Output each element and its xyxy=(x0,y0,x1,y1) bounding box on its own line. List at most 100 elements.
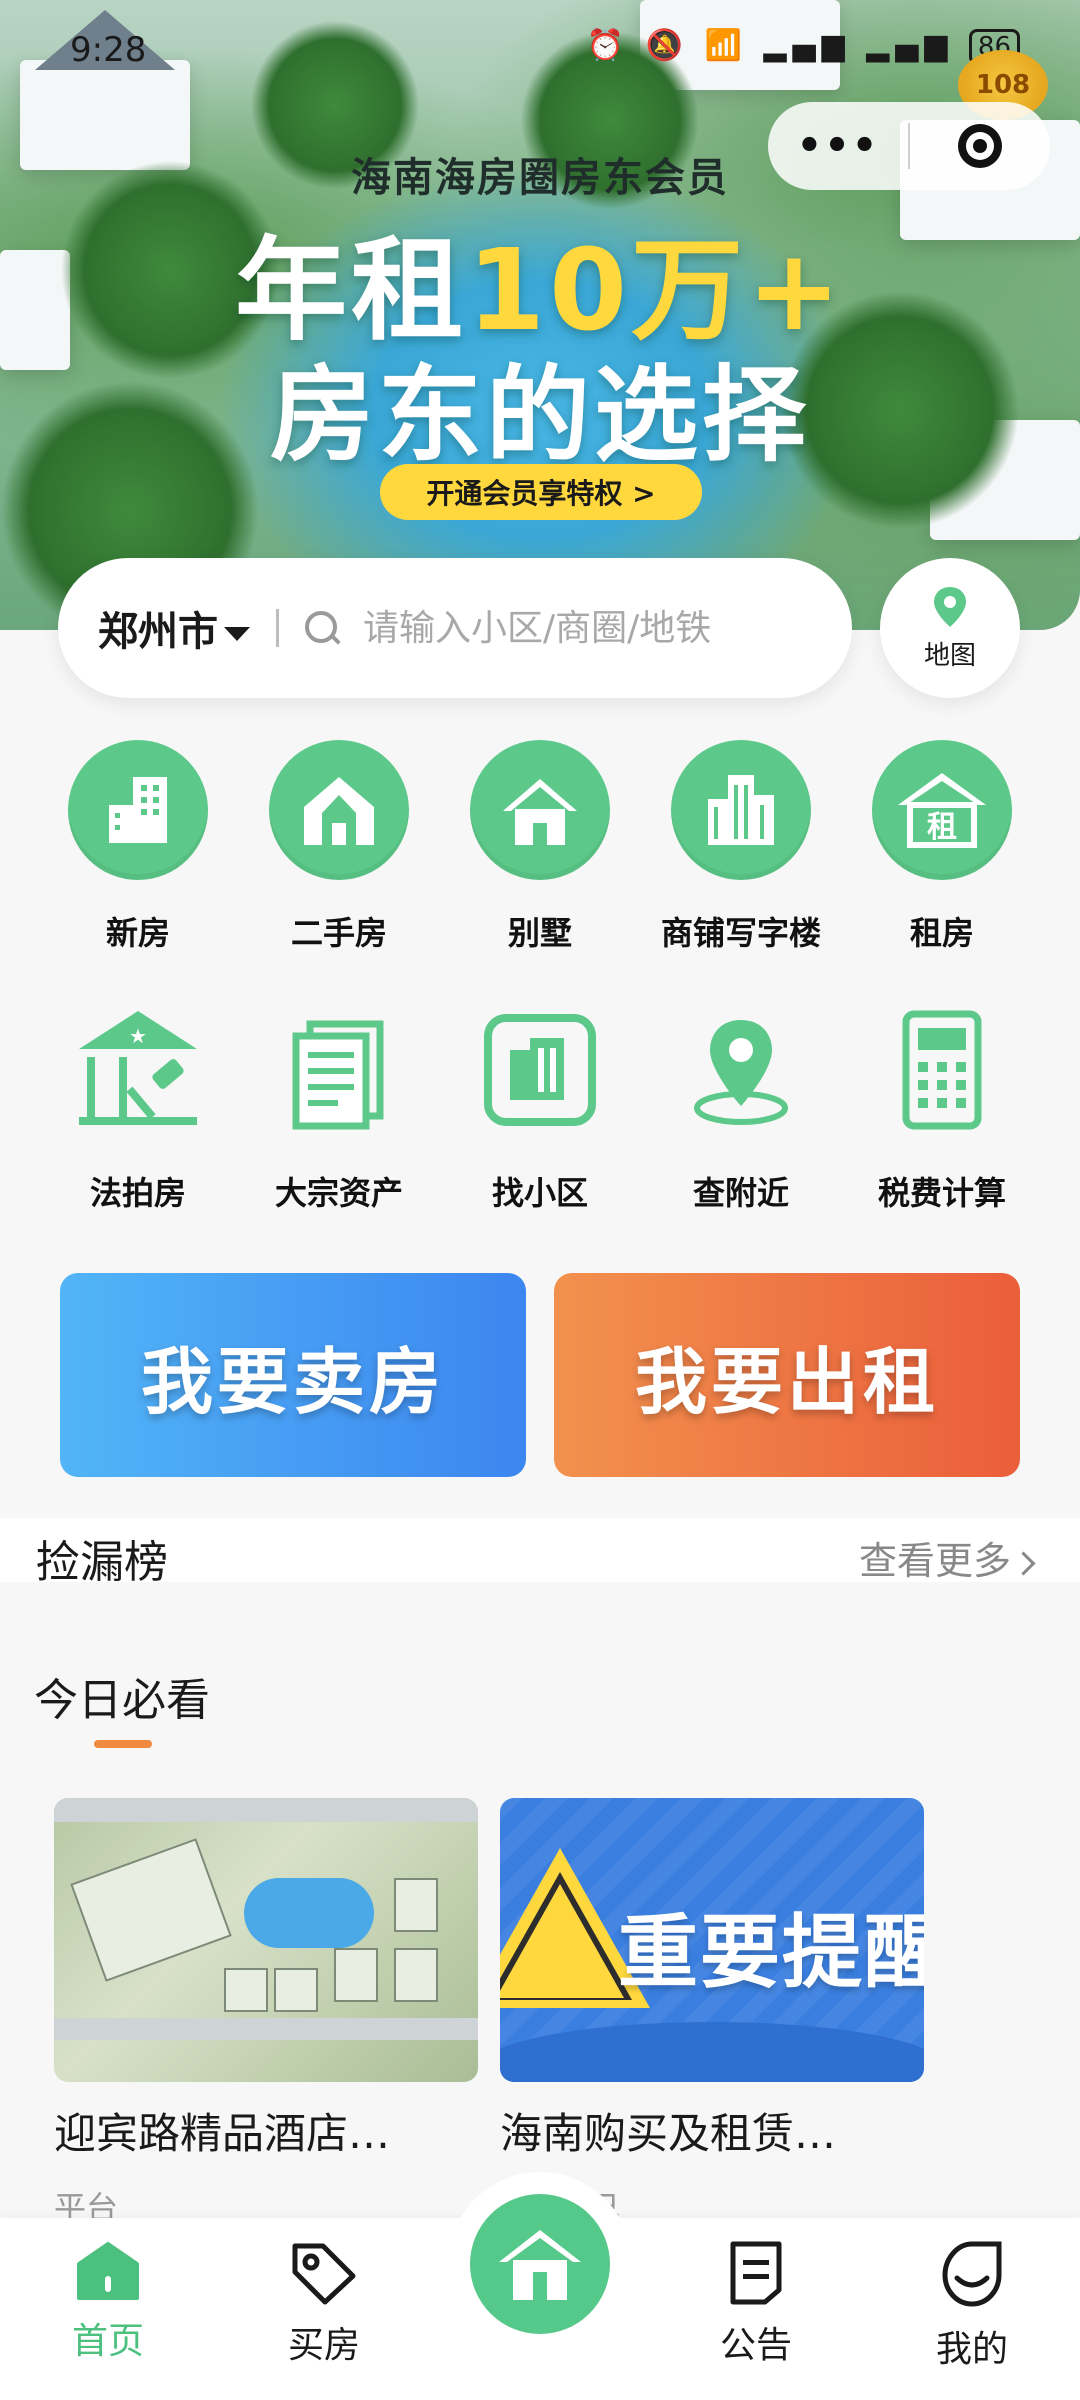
card-title: 迎宾路精品酒店… xyxy=(54,2109,391,2158)
house-icon xyxy=(499,2230,581,2300)
category-tax-calc[interactable]: 税费计算 xyxy=(852,1000,1032,1214)
category-label: 法拍房 xyxy=(89,1174,186,1212)
auction-svg: ★ xyxy=(79,1011,197,1125)
alarm-icon: ⏰ xyxy=(586,28,631,63)
reminder-text: 重要提醒 xyxy=(618,1906,924,1999)
plan-building xyxy=(334,1948,378,2002)
svg-text:★: ★ xyxy=(129,1024,147,1048)
building-svg xyxy=(109,777,167,843)
sell-house-button[interactable]: 我要卖房 xyxy=(60,1273,526,1477)
category-auction[interactable]: ★ 法拍房 xyxy=(48,1000,228,1214)
plan-building xyxy=(274,1968,318,2012)
smile-icon xyxy=(942,2241,1002,2307)
tab-announcement[interactable]: 公告 xyxy=(676,2240,836,2368)
location-svg xyxy=(694,1020,788,1125)
article-card[interactable]: 重要提醒 海南购买及租赁… 自己 xyxy=(500,1798,924,2229)
site-plan-image xyxy=(54,1798,478,2082)
category-label: 查附近 xyxy=(692,1174,789,1212)
category-nearby[interactable]: 查附近 xyxy=(651,1000,831,1214)
card-title: 海南购买及租赁… xyxy=(500,2109,837,2158)
office-svg xyxy=(708,775,774,845)
map-pin-icon xyxy=(934,586,966,627)
price-tag-icon xyxy=(292,2243,356,2305)
tab-label: 买房 xyxy=(287,2325,360,2366)
office-building-icon xyxy=(671,740,811,880)
plan-building xyxy=(394,1878,438,1932)
category-label: 税费计算 xyxy=(877,1174,1006,1212)
rent-house-icon: 租 xyxy=(872,740,1012,880)
tab-home[interactable]: 首页 xyxy=(28,2240,188,2364)
mute-icon: 🔕 xyxy=(645,28,689,63)
map-button[interactable]: 地图 xyxy=(880,558,1020,698)
status-icons: ⏰ 🔕 📶 ▂▄▆ ▂▄▆ 86 xyxy=(587,28,1020,65)
rent-svg: 租 xyxy=(898,773,986,848)
reminder-image: 重要提醒 xyxy=(500,1798,924,2082)
calculator-svg xyxy=(902,1010,982,1130)
section-title: 捡漏榜 xyxy=(36,1537,168,1588)
villa-icon xyxy=(470,740,610,880)
view-more-link[interactable]: 查看更多 xyxy=(859,1530,1036,1585)
rent-out-button[interactable]: 我要出租 xyxy=(554,1273,1020,1477)
search-input[interactable] xyxy=(361,606,785,650)
center-button-inner xyxy=(470,2194,610,2334)
status-time: 9:28 xyxy=(70,30,147,70)
plan-road xyxy=(54,2018,478,2040)
tab-underline xyxy=(94,1740,152,1748)
signal-icon: ▂▄▆ xyxy=(866,28,954,63)
map-label: 地图 xyxy=(923,640,976,671)
search-bar: 郑州市 xyxy=(58,558,852,698)
tab-label: 公告 xyxy=(719,2325,792,2366)
category-rent[interactable]: 租 租房 xyxy=(852,740,1032,954)
category-office[interactable]: 商铺写字楼 xyxy=(651,740,831,954)
city-name: 郑州市 xyxy=(98,609,218,655)
category-grid-row1: 新房 二手房 别墅 商铺写字楼 租 租房 xyxy=(0,740,1080,954)
city-selector[interactable]: 郑州市 xyxy=(98,599,250,657)
bargain-section-header: 捡漏榜 查看更多 xyxy=(0,1518,1080,1588)
villa-svg xyxy=(503,779,577,845)
status-bar: 9:28 ⏰ 🔕 📶 ▂▄▆ ▂▄▆ 86 xyxy=(0,0,1080,100)
svg-text:租: 租 xyxy=(927,810,957,845)
category-label: 找小区 xyxy=(491,1174,588,1212)
plan-road xyxy=(54,1798,478,1822)
article-card[interactable]: 迎宾路精品酒店… 平台 xyxy=(54,1798,478,2229)
new-house-icon xyxy=(68,740,208,880)
category-bulk-asset[interactable]: 大宗资产 xyxy=(249,1000,429,1214)
warning-icon-fill xyxy=(500,1884,624,1998)
community-svg xyxy=(484,1014,596,1126)
category-new-house[interactable]: 新房 xyxy=(48,740,228,954)
open-membership-button[interactable]: 开通会员享特权 > xyxy=(380,464,702,520)
house-svg xyxy=(304,777,374,845)
category-label: 新房 xyxy=(105,914,170,952)
today-section-title[interactable]: 今日必看 xyxy=(34,1664,210,1728)
search-icon xyxy=(305,611,339,645)
close-mini-program-button[interactable] xyxy=(910,124,1050,168)
tab-label: 我的 xyxy=(935,2329,1008,2370)
home-icon xyxy=(77,2242,139,2300)
tab-mine[interactable]: 我的 xyxy=(892,2240,1052,2372)
mini-program-capsule: ••• xyxy=(768,102,1050,190)
category-grid-row2: ★ 法拍房 大宗资产 找小区 查附近 税费计算 xyxy=(0,1000,1080,1214)
category-label: 别墅 xyxy=(507,914,572,952)
plan-building xyxy=(224,1968,268,2012)
plan-building xyxy=(70,1838,232,1982)
auction-house-icon: ★ xyxy=(68,1000,208,1140)
nearby-location-icon xyxy=(671,1000,811,1140)
tab-buy-house[interactable]: 买房 xyxy=(244,2240,404,2368)
category-community[interactable]: 找小区 xyxy=(450,1000,630,1214)
bulk-asset-icon xyxy=(269,1000,409,1140)
center-home-button[interactable] xyxy=(448,2172,632,2356)
wifi-icon: 📶 xyxy=(704,28,748,63)
document-svg xyxy=(292,1020,384,1130)
category-label: 二手房 xyxy=(290,914,387,952)
second-hand-house-icon xyxy=(269,740,409,880)
document-icon xyxy=(730,2241,782,2305)
tab-label: 首页 xyxy=(71,2321,144,2362)
calculator-icon xyxy=(872,1000,1012,1140)
community-icon xyxy=(470,1000,610,1140)
category-label: 大宗资产 xyxy=(274,1174,403,1212)
signal-icon: ▂▄▆ xyxy=(763,28,851,63)
plan-pool xyxy=(244,1878,374,1948)
more-options-icon[interactable]: ••• xyxy=(768,123,908,169)
category-villa[interactable]: 别墅 xyxy=(450,740,630,954)
category-second-hand[interactable]: 二手房 xyxy=(249,740,429,954)
